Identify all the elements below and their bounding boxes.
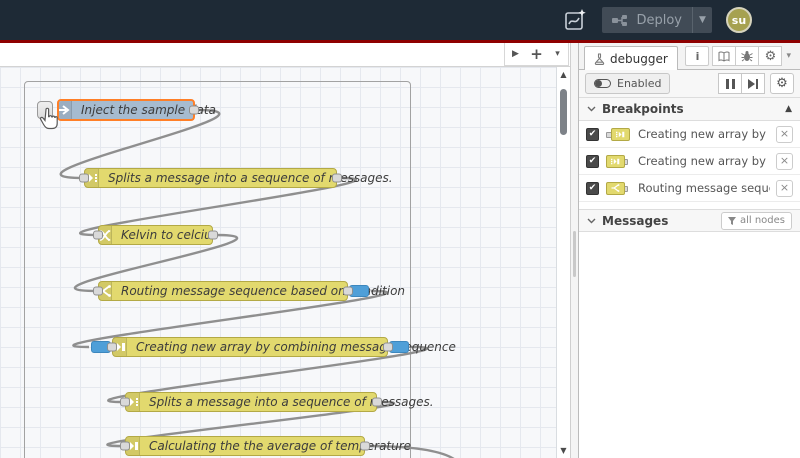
bug-icon <box>741 51 754 62</box>
output-port[interactable] <box>372 397 382 407</box>
menu-icon[interactable] <box>766 13 788 28</box>
input-port[interactable] <box>120 397 130 407</box>
breakpoint-label: Creating new array by combining message … <box>638 127 770 141</box>
breakpoint-checkbox[interactable]: ✔ <box>586 154 599 168</box>
section-title: Messages <box>602 213 669 228</box>
header: Deploy ▼ su <box>0 0 800 40</box>
debug-button[interactable] <box>735 46 760 66</box>
splitter-thumb[interactable] <box>573 231 576 277</box>
canvas-scrollbar[interactable]: ▲ ▼ <box>556 67 570 458</box>
switch-node-icon <box>605 181 632 196</box>
workspace: ▶ + ▾ Inject the sample data Splits a me… <box>0 43 570 458</box>
messages-list-empty <box>579 232 800 458</box>
join-node-icon <box>605 154 632 169</box>
pause-icon <box>725 78 735 89</box>
sidebar-options-icon[interactable]: ▾ <box>782 51 795 61</box>
sidebar-tab-bar: debugger i ⚙ ▾ <box>579 43 800 70</box>
inject-icon <box>59 101 72 119</box>
funnel-icon <box>727 216 736 225</box>
node-label: Splits a message into a sequence of mess… <box>108 171 393 185</box>
avatar[interactable]: su <box>726 7 752 33</box>
scroll-up-icon[interactable]: ▲ <box>557 70 570 79</box>
node-switch[interactable]: Routing message sequence based on condit… <box>93 281 405 301</box>
breakpoint-row: ✔ Creating new array by combining messag… <box>579 121 800 148</box>
tab-debugger[interactable]: debugger <box>584 46 678 70</box>
node-inject[interactable]: Inject the sample data <box>37 99 216 121</box>
node-label: Splits a message into a sequence of mess… <box>149 395 434 409</box>
chevron-down-icon <box>587 106 596 112</box>
main-area: ▶ + ▾ Inject the sample data Splits a me… <box>0 43 800 458</box>
node-split-1[interactable]: Splits a message into a sequence of mess… <box>79 168 393 188</box>
node-label: Creating new array by combining message … <box>136 340 456 354</box>
sidebar-splitter[interactable] <box>570 43 578 458</box>
flow-list-button[interactable]: ▾ <box>547 43 568 65</box>
info-icon: i <box>695 49 700 63</box>
scrollbar-thumb[interactable] <box>560 89 567 135</box>
input-port[interactable] <box>107 342 117 352</box>
node-join-1[interactable]: Creating new array by combining message … <box>91 337 456 357</box>
node-change[interactable]: Kelvin to celcius <box>93 225 218 245</box>
output-port[interactable] <box>383 342 393 352</box>
remove-breakpoint-button[interactable]: × <box>776 152 793 170</box>
deploy-button[interactable]: Deploy ▼ <box>602 7 712 33</box>
spacer <box>579 202 800 209</box>
scroll-down-icon[interactable]: ▼ <box>557 446 570 455</box>
output-port[interactable] <box>343 286 353 296</box>
enabled-label: Enabled <box>617 77 662 90</box>
output-port[interactable] <box>332 173 342 183</box>
debugger-settings-button[interactable]: ⚙ <box>770 73 794 94</box>
output-port[interactable] <box>360 441 370 451</box>
join-node-icon <box>605 127 632 142</box>
ai-assistant-icon[interactable] <box>562 7 588 33</box>
node-label: Inject the sample data <box>81 103 216 117</box>
sidebar: debugger i ⚙ ▾ Enabled ⚙ Breakpoints ▲ ✔… <box>578 43 800 458</box>
input-port[interactable] <box>93 230 103 240</box>
flask-icon <box>594 52 605 65</box>
debugger-toolbar: Enabled ⚙ <box>579 70 800 98</box>
section-title: Breakpoints <box>602 102 684 116</box>
input-port[interactable] <box>120 441 130 451</box>
remove-breakpoint-button[interactable]: × <box>776 125 793 143</box>
step-icon <box>748 78 758 89</box>
config-nodes-button[interactable]: ⚙ <box>758 46 783 66</box>
node-label: Calculating the the average of temperatu… <box>149 439 412 453</box>
info-button[interactable]: i <box>685 46 710 66</box>
output-port[interactable] <box>208 230 218 240</box>
gear-icon: ⚙ <box>764 48 777 64</box>
gear-icon: ⚙ <box>776 76 788 91</box>
deploy-options-arrow[interactable]: ▼ <box>692 7 712 33</box>
scroll-tabs-button[interactable]: ▶ <box>505 43 526 65</box>
messages-section-header[interactable]: Messages all nodes <box>579 209 800 232</box>
node-split-2[interactable]: Splits a message into a sequence of mess… <box>120 392 434 412</box>
filter-label: all nodes <box>739 215 785 226</box>
tab-label: debugger <box>610 51 668 66</box>
breakpoints-section-header[interactable]: Breakpoints ▲ <box>579 98 800 121</box>
input-port[interactable] <box>93 286 103 296</box>
flow-canvas[interactable]: Inject the sample data Splits a message … <box>0 67 556 458</box>
collapse-icon[interactable]: ▲ <box>785 104 792 114</box>
step-button[interactable] <box>741 73 765 94</box>
breakpoint-label: Routing message sequence based on condit… <box>638 181 770 195</box>
hand-cursor <box>39 107 58 130</box>
input-port[interactable] <box>79 173 89 183</box>
add-flow-button[interactable]: + <box>526 43 547 65</box>
breakpoint-row: ✔ Creating new array by combining messag… <box>579 148 800 175</box>
chevron-down-icon <box>587 218 596 223</box>
breakpoint-label: Creating new array by combining message … <box>638 154 770 168</box>
flow-tab-bar: ▶ + ▾ <box>0 43 570 67</box>
enabled-toggle-button[interactable]: Enabled <box>585 73 671 94</box>
message-filter-button[interactable]: all nodes <box>720 211 792 230</box>
book-icon <box>718 51 730 62</box>
node-join-2[interactable]: Calculating the the average of temperatu… <box>120 436 411 456</box>
deploy-icon <box>612 14 628 26</box>
breakpoint-checkbox[interactable]: ✔ <box>586 181 599 195</box>
help-button[interactable] <box>712 46 737 66</box>
deploy-label: Deploy <box>636 12 682 28</box>
toggle-icon <box>594 79 611 88</box>
pause-button[interactable] <box>718 73 742 94</box>
output-port[interactable] <box>189 105 199 115</box>
breakpoint-row: ✔ Routing message sequence based on cond… <box>579 175 800 202</box>
remove-breakpoint-button[interactable]: × <box>776 179 793 197</box>
breakpoint-checkbox[interactable]: ✔ <box>586 127 599 141</box>
